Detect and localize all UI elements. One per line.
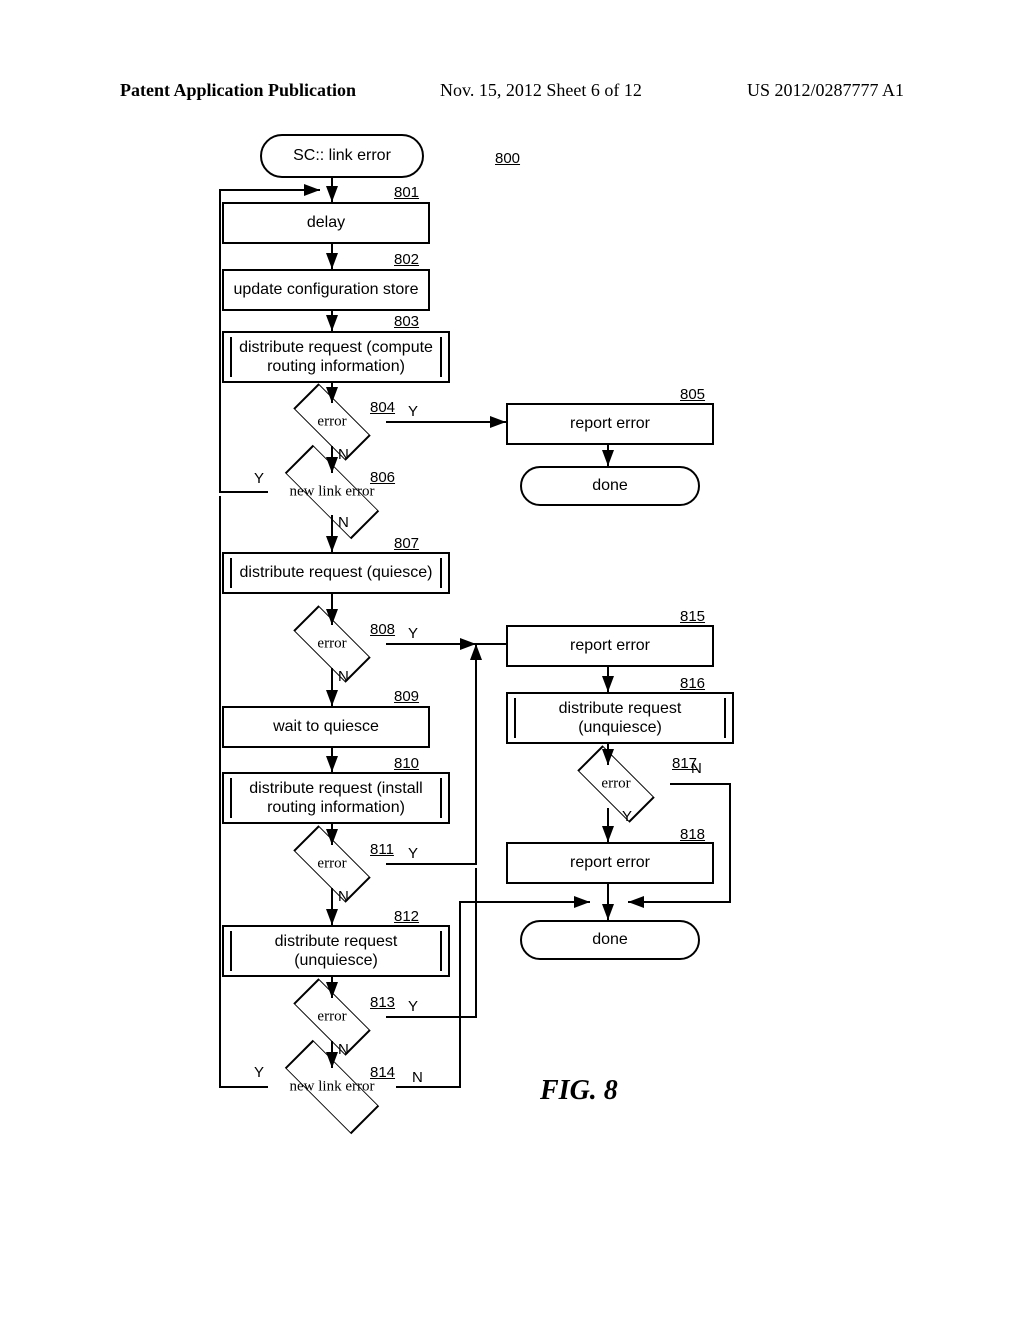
edge-804-n: N [338,446,349,463]
step-report-error-805: report error [506,403,714,445]
edge-817-y: Y [622,808,632,825]
edge-804-y: Y [408,403,418,420]
step-report-error-818-label: report error [570,853,650,872]
ref-803: 803 [394,313,419,330]
edge-806-y: Y [254,470,264,487]
step-report-error-805-label: report error [570,414,650,433]
sub-distribute-quiesce: distribute request (quiesce) [222,552,450,594]
decision-error-808-label: error [317,636,346,653]
sub-distribute-unquiesce-816: distribute request (unquiesce) [506,692,734,744]
edge-811-n: N [338,888,349,905]
figure-label: FIG. 8 [540,1075,618,1107]
terminator-done-2-label: done [592,930,628,949]
ref-810: 810 [394,755,419,772]
ref-807: 807 [394,535,419,552]
decision-error-811-label: error [317,856,346,873]
decision-newlink-806: new link error [268,468,396,516]
step-report-error-815: report error [506,625,714,667]
terminator-done-2: done [520,920,700,960]
step-report-error-815-label: report error [570,636,650,655]
decision-error-808: error [278,620,386,668]
step-wait-quiesce: wait to quiesce [222,706,430,748]
decision-newlink-814: new link error [268,1063,396,1111]
ref-812: 812 [394,908,419,925]
decision-error-813: error [278,993,386,1041]
terminator-done-1-label: done [592,476,628,495]
step-update-config: update configuration store [222,269,430,311]
header-left: Patent Application Publication [120,80,356,100]
edge-813-n: N [338,1041,349,1058]
edge-814-y: Y [254,1064,264,1081]
sub-distribute-install: distribute request (install routing info… [222,772,450,824]
ref-801: 801 [394,184,419,201]
terminator-done-1: done [520,466,700,506]
sub-distribute-unquiesce-816-label: distribute request (unquiesce) [518,699,722,737]
flowchart-connectors [0,120,1024,1220]
step-delay: delay [222,202,430,244]
flowchart-diagram: 800 801 802 803 804 805 806 807 808 815 … [0,120,1024,1220]
decision-error-804-label: error [317,414,346,431]
decision-error-813-label: error [317,1009,346,1026]
step-wait-quiesce-label: wait to quiesce [273,717,379,736]
edge-806-n: N [338,514,349,531]
edge-813-y: Y [408,998,418,1015]
ref-818: 818 [680,826,705,843]
terminator-start-label: SC:: link error [293,146,391,165]
sub-distribute-compute: distribute request (compute routing info… [222,331,450,383]
step-update-config-label: update configuration store [233,280,418,299]
decision-error-817: error [562,760,670,808]
sub-distribute-unquiesce-812-label: distribute request (unquiesce) [234,932,438,970]
sub-distribute-quiesce-label: distribute request (quiesce) [240,563,433,582]
ref-816: 816 [680,675,705,692]
edge-814-n: N [412,1069,423,1086]
header-right: US 2012/0287777 A1 [747,80,904,101]
edge-808-y: Y [408,625,418,642]
step-delay-label: delay [307,213,345,232]
sub-distribute-install-label: distribute request (install routing info… [234,779,438,817]
edge-817-n: N [691,760,702,777]
ref-805: 805 [680,386,705,403]
sub-distribute-compute-label: distribute request (compute routing info… [234,338,438,376]
decision-error-811: error [278,840,386,888]
decision-newlink-814-label: new link error [290,1079,375,1096]
decision-newlink-806-label: new link error [290,484,375,501]
decision-error-817-label: error [601,776,630,793]
page-header: Patent Application Publication Nov. 15, … [120,80,904,101]
ref-802: 802 [394,251,419,268]
terminator-start: SC:: link error [260,134,424,178]
step-report-error-818: report error [506,842,714,884]
edge-811-y: Y [408,845,418,862]
header-mid: Nov. 15, 2012 Sheet 6 of 12 [440,80,642,101]
ref-800: 800 [495,150,520,167]
decision-error-804: error [278,398,386,446]
edge-808-n: N [338,668,349,685]
ref-815: 815 [680,608,705,625]
ref-809: 809 [394,688,419,705]
sub-distribute-unquiesce-812: distribute request (unquiesce) [222,925,450,977]
